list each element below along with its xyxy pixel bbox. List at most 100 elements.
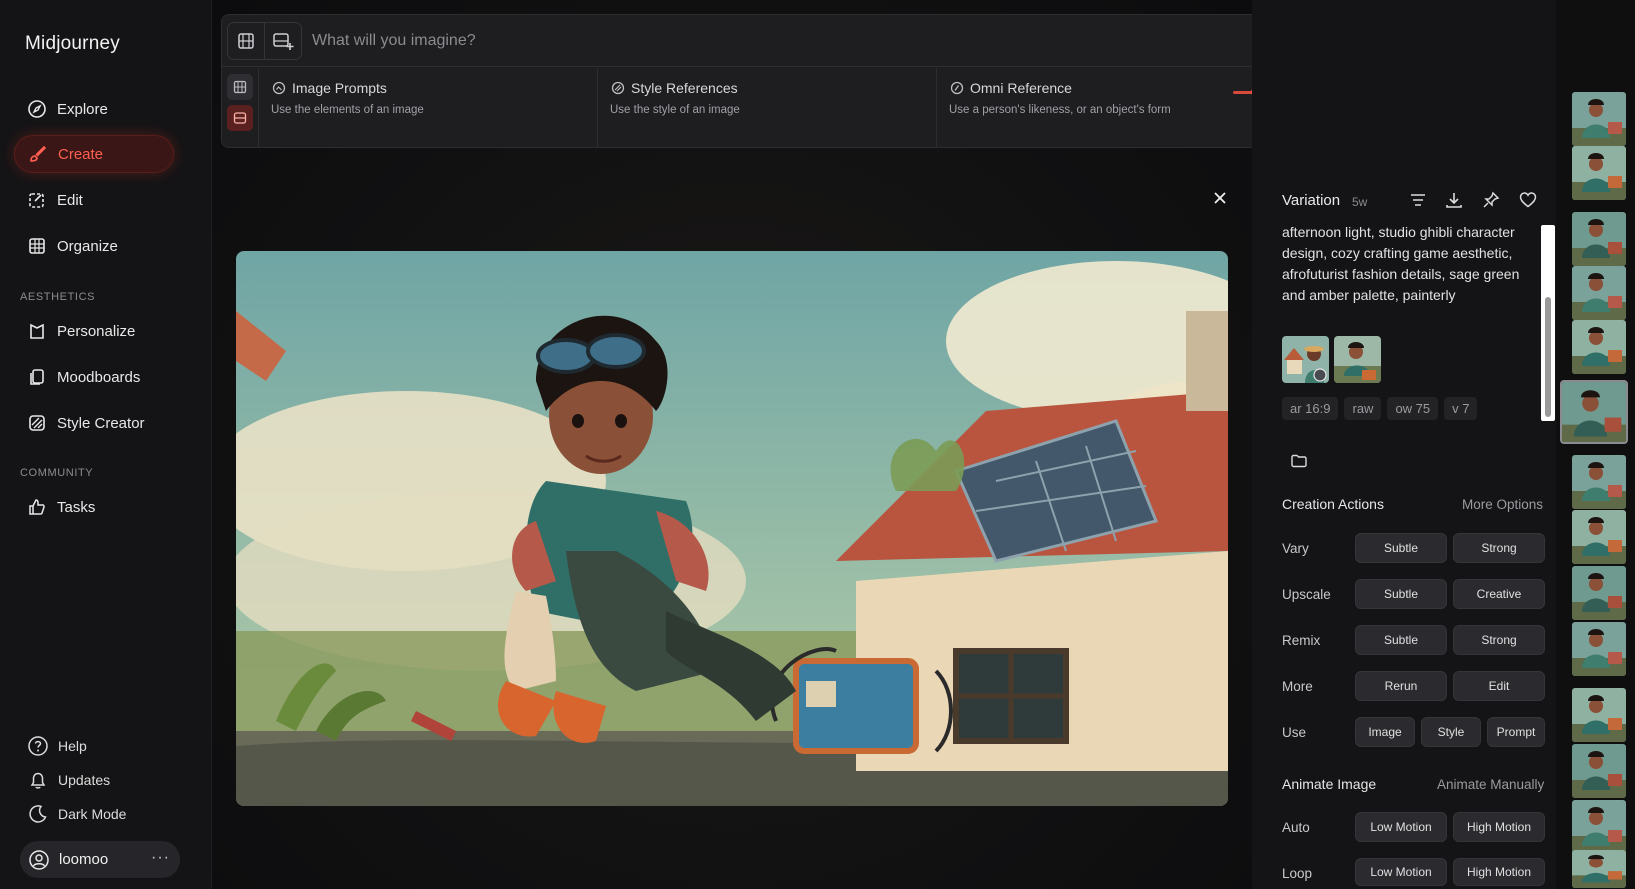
tag-version[interactable]: v 7 [1444,397,1478,420]
use-style-button[interactable]: Style [1421,717,1481,747]
style-references-slot[interactable]: Style References Use the style of an ima… [598,68,937,147]
help-label: Help [58,738,87,754]
prompt-scrollbar[interactable] [1541,225,1555,421]
omni-reference-thumb[interactable] [1282,336,1329,383]
moodboard-icon [27,367,47,387]
auto-label: Auto [1282,820,1310,835]
rerun-button[interactable]: Rerun [1355,671,1447,701]
updates-label: Updates [58,772,111,788]
help-link[interactable]: Help [27,735,87,757]
vary-subtle-button[interactable]: Subtle [1355,533,1447,563]
tag-aspect-ratio[interactable]: ar 16:9 [1282,397,1339,420]
dark-mode-toggle[interactable]: Dark Mode [27,803,126,825]
nav-personalize[interactable]: Personalize [14,312,174,350]
ref-image-toggle[interactable] [227,105,253,131]
user-avatar-icon [28,849,50,871]
image-prompts-slot[interactable]: Image Prompts Use the elements of an ima… [259,68,598,147]
variation-title: Variation [1282,192,1341,209]
download-icon[interactable] [1444,190,1464,210]
nav-personalize-label: Personalize [57,322,136,340]
history-thumb[interactable] [1572,455,1626,509]
history-thumb[interactable] [1572,800,1626,854]
auto-low-motion-button[interactable]: Low Motion [1355,812,1447,842]
variation-age: 5w [1352,195,1368,209]
prompt-scrollbar-thumb[interactable] [1545,297,1551,417]
edit-button[interactable]: Edit [1453,671,1545,701]
nav-explore[interactable]: Explore [14,90,174,128]
compass-icon [27,99,47,119]
nav-style-creator[interactable]: Style Creator [14,404,174,442]
prompt-text[interactable]: afternoon light, studio ghibli character… [1282,222,1532,306]
auto-high-motion-button[interactable]: High Motion [1453,812,1545,842]
heart-icon[interactable] [1518,190,1538,210]
nav-organize-label: Organize [57,237,118,255]
loop-high-motion-button[interactable]: High Motion [1453,858,1545,886]
history-thumb[interactable] [1572,212,1626,266]
updates-link[interactable]: Updates [27,769,110,791]
generated-image[interactable] [236,251,1228,806]
history-thumb[interactable] [1572,622,1626,676]
history-thumb[interactable] [1572,510,1626,564]
prompt-list-icon[interactable] [1408,190,1428,210]
use-prompt-button[interactable]: Prompt [1487,717,1545,747]
pin-icon[interactable] [1481,190,1501,210]
animate-manually-link[interactable]: Animate Manually [1437,777,1544,792]
use-image-button[interactable]: Image [1355,717,1415,747]
image-grid-button[interactable] [227,22,265,60]
nav-tasks[interactable]: Tasks [14,488,174,526]
tag-raw[interactable]: raw [1344,397,1382,420]
aesthetics-section-label: AESTHETICS [20,291,96,303]
upscale-creative-button[interactable]: Creative [1453,579,1545,609]
image-prompt-thumb[interactable] [1334,336,1381,383]
nav-moodboards-label: Moodboards [57,368,141,386]
prompt-row [222,15,1382,67]
bell-icon [27,769,49,791]
history-thumb[interactable] [1572,850,1626,888]
personalize-icon [27,321,47,341]
user-menu[interactable]: loomoo ··· [20,841,180,878]
history-thumb[interactable] [1572,146,1626,200]
image-prompt-icon [271,80,287,96]
add-image-button[interactable] [264,22,302,60]
more-options-link[interactable]: More Options [1462,497,1543,512]
upscale-label: Upscale [1282,587,1331,602]
nav-edit[interactable]: Edit [14,181,174,219]
omni-reference-icon [949,80,965,96]
user-more-icon[interactable]: ··· [151,849,170,867]
history-thumb[interactable] [1572,566,1626,620]
loop-low-motion-button[interactable]: Low Motion [1355,858,1447,886]
nav-organize[interactable]: Organize [14,227,174,265]
history-thumb[interactable] [1572,266,1626,320]
ref-grid-icon [233,80,247,94]
nav-tasks-label: Tasks [57,498,96,516]
history-thumb-selected[interactable] [1560,380,1628,444]
nav-explore-label: Explore [57,100,108,118]
remix-subtle-button[interactable]: Subtle [1355,625,1447,655]
app-logo[interactable]: Midjourney [25,33,120,55]
prompt-input[interactable] [312,25,1292,57]
history-thumb[interactable] [1572,688,1626,742]
nav-create[interactable]: Create [14,135,174,173]
nav-style-creator-label: Style Creator [57,414,145,432]
app-root: Midjourney Explore Create Edit Organize [0,0,1635,889]
nav-moodboards[interactable]: Moodboards [14,358,174,396]
upscale-subtle-button[interactable]: Subtle [1355,579,1447,609]
history-thumb[interactable] [1572,92,1626,146]
add-image-icon [273,33,294,50]
close-icon[interactable] [1210,188,1230,208]
grid-icon [27,236,47,256]
parameter-tags: ar 16:9 raw ow 75 v 7 [1282,397,1478,420]
add-to-folder-icon[interactable] [1290,452,1308,470]
history-thumb[interactable] [1572,320,1626,374]
history-thumb[interactable] [1572,744,1626,798]
ref-image-icon [233,112,247,124]
image-prompts-title: Image Prompts [292,80,387,96]
remix-strong-button[interactable]: Strong [1453,625,1545,655]
tag-omni-weight[interactable]: ow 75 [1387,397,1439,420]
dark-mode-label: Dark Mode [58,806,127,822]
nav-create-label: Create [58,145,104,163]
ref-grid-toggle[interactable] [227,74,253,100]
vary-strong-button[interactable]: Strong [1453,533,1545,563]
animate-image-title: Animate Image [1282,776,1377,792]
sidebar: Midjourney Explore Create Edit Organize [0,0,212,889]
